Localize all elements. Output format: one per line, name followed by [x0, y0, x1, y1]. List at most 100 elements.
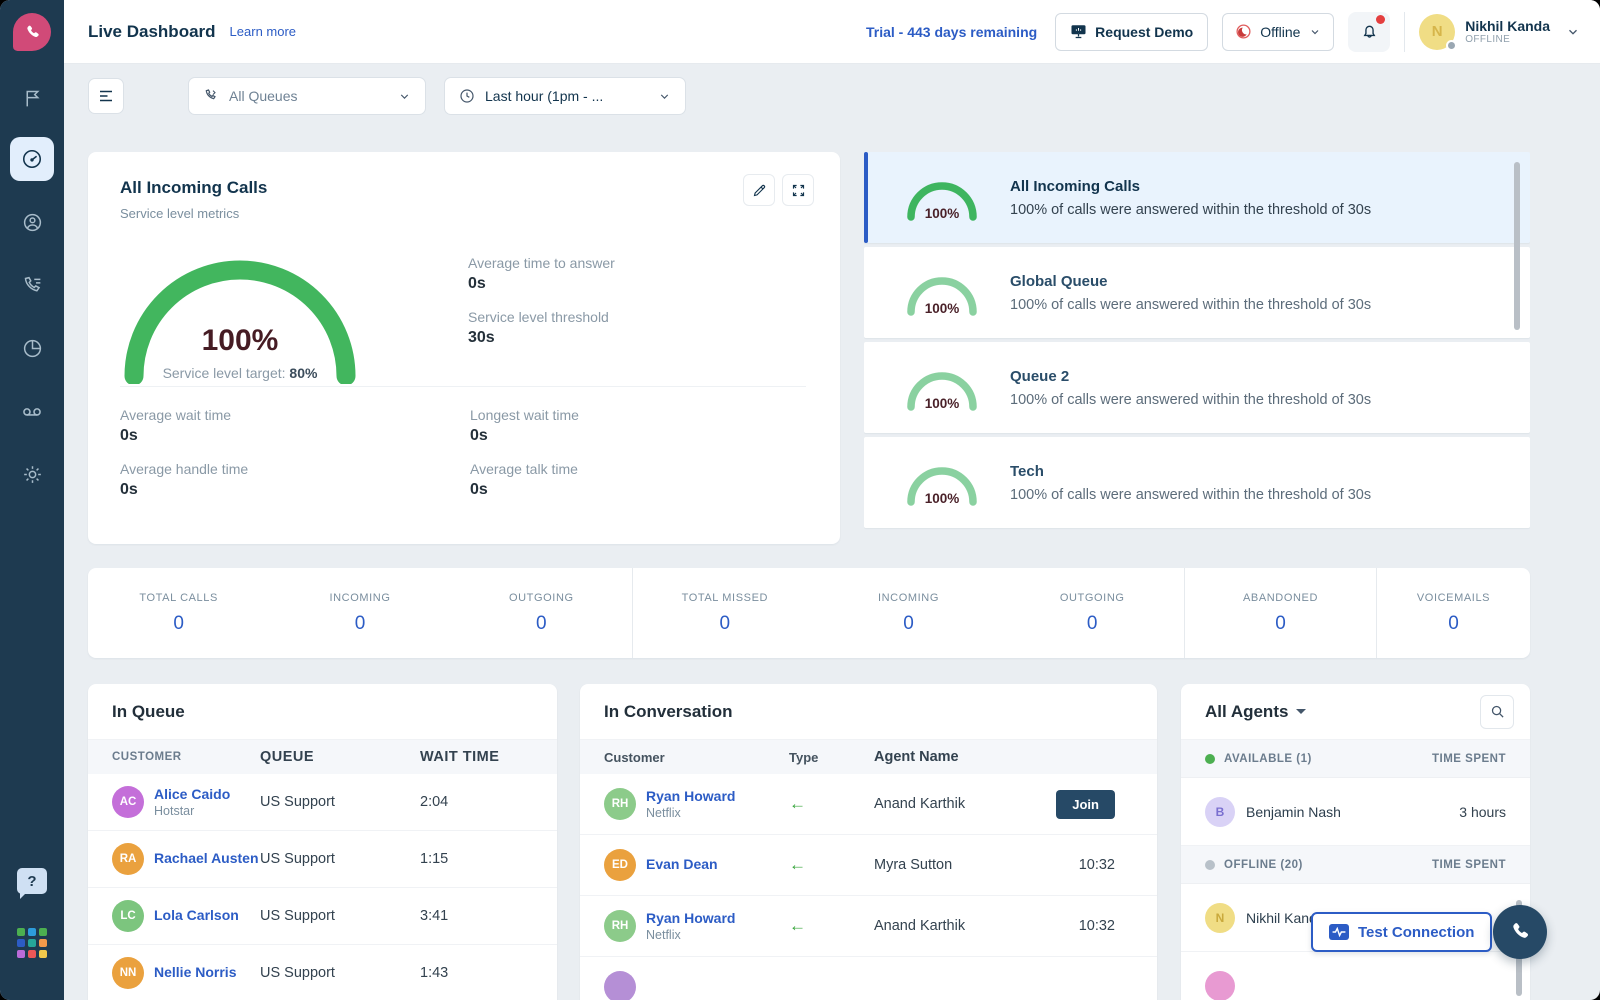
flag-icon	[22, 88, 43, 109]
search-agents-button[interactable]	[1480, 695, 1514, 729]
sidebar-item-settings[interactable]	[0, 452, 64, 496]
customer-link[interactable]: Ryan Howard	[646, 910, 735, 928]
dashboard-gauge-icon	[21, 148, 43, 170]
metric-label: Average time to answer	[468, 255, 615, 271]
agent-cell: Anand Karthik	[874, 796, 1034, 812]
customer-link[interactable]: Evan Dean	[646, 856, 718, 874]
app-switcher-icon[interactable]	[17, 928, 47, 958]
trial-banner[interactable]: Trial - 443 days remaining	[866, 24, 1037, 40]
call-duration: 10:32	[1034, 857, 1133, 873]
join-call-button[interactable]: Join	[1056, 790, 1115, 819]
stat-abandoned: ABANDONED0	[1185, 568, 1376, 658]
agent-row	[1181, 952, 1530, 1000]
customer-link[interactable]: Alice Caido	[154, 786, 230, 804]
call-duration: 10:32	[1034, 918, 1133, 934]
notifications-button[interactable]	[1348, 12, 1390, 52]
queue-name: Queue 2	[1010, 368, 1371, 385]
notification-badge	[1376, 15, 1385, 24]
customer-link[interactable]: Nellie Norris	[154, 964, 236, 982]
top-bar: Live Dashboard Learn more Trial - 443 da…	[64, 0, 1600, 64]
all-agents-card: All Agents AVAILABLE (1) TIME SPENT B Be…	[1181, 684, 1530, 1000]
menu-toggle-button[interactable]	[88, 78, 124, 114]
caret-down-icon	[1296, 709, 1306, 719]
card-title: In Conversation	[580, 684, 1157, 740]
available-status-dot	[1205, 754, 1215, 764]
avatar	[1205, 971, 1235, 1000]
scrollbar[interactable]	[1514, 162, 1520, 330]
queue-summary-row[interactable]: 100% Tech 100% of calls were answered wi…	[864, 437, 1530, 528]
avatar: ED	[604, 849, 636, 881]
user-name: Nikhil Kanda	[1465, 18, 1550, 35]
metric-value: 30s	[468, 329, 615, 347]
mini-gauge: 100%	[904, 365, 980, 411]
presentation-icon	[1070, 23, 1087, 40]
voicemail-icon	[21, 400, 43, 422]
stat-total-calls: TOTAL CALLS0	[88, 568, 269, 658]
clock-icon	[459, 88, 475, 104]
avatar: N	[1205, 903, 1235, 933]
sidebar-item-contacts[interactable]	[0, 200, 64, 244]
queue-summaries-panel: 100% All Incoming Calls 100% of calls we…	[864, 152, 1530, 542]
phone-widget-button[interactable]	[1493, 905, 1547, 959]
app-window: ? Live Dashboard Learn more Trial - 443 …	[0, 0, 1600, 1000]
avatar: NN	[112, 957, 144, 989]
pulse-icon	[1329, 924, 1349, 940]
request-demo-button[interactable]: Request Demo	[1055, 13, 1208, 51]
pie-chart-icon	[22, 338, 43, 359]
call-stats-bar: TOTAL CALLS0 INCOMING0 OUTGOING0 TOTAL M…	[88, 568, 1530, 658]
sidebar-item-reports[interactable]	[0, 326, 64, 370]
avatar: LC	[112, 900, 144, 932]
agents-section-available: AVAILABLE (1) TIME SPENT	[1181, 740, 1530, 778]
card-title: All Incoming Calls	[120, 178, 808, 198]
metric-value: 0s	[468, 275, 615, 293]
sidebar-item-voicemail[interactable]	[0, 389, 64, 433]
user-menu[interactable]: N Nikhil Kanda OFFLINE	[1419, 14, 1580, 50]
queues-filter-dropdown[interactable]: All Queues	[188, 77, 426, 115]
test-connection-button[interactable]: Test Connection	[1311, 912, 1492, 952]
chevron-down-icon	[1566, 25, 1580, 39]
in-conversation-card: In Conversation Customer Type Agent Name…	[580, 684, 1157, 1000]
service-level-card: All Incoming Calls Service level metrics…	[88, 152, 840, 544]
agents-filter-dropdown[interactable]: All Agents	[1205, 702, 1306, 722]
queue-cell: US Support	[260, 908, 420, 924]
table-row: RH Ryan Howard Netflix ← Anand Karthik 1…	[580, 896, 1157, 957]
agent-cell: Anand Karthik	[874, 918, 1034, 934]
bell-icon	[1360, 22, 1379, 41]
queue-summary-row[interactable]: 100% Queue 2 100% of calls were answered…	[864, 342, 1530, 433]
wait-time-cell: 1:43	[420, 965, 533, 981]
help-button[interactable]: ?	[17, 868, 47, 894]
sidebar-item-live-dashboard[interactable]	[10, 137, 54, 181]
mini-gauge: 100%	[904, 270, 980, 316]
service-level-gauge: 100% Service level target: 80%	[120, 252, 360, 384]
avatar: RA	[112, 843, 144, 875]
table-row: NN Nellie Norris US Support 1:43	[88, 945, 557, 1000]
table-header: CUSTOMER QUEUE WAIT TIME	[88, 740, 557, 774]
expand-widget-button[interactable]	[782, 174, 814, 206]
time-range-dropdown[interactable]: Last hour (1pm - ...	[444, 77, 686, 115]
customer-link[interactable]: Rachael Austen	[154, 850, 259, 868]
sidebar-item-call-metrics[interactable]	[0, 263, 64, 307]
queue-summary-row[interactable]: 100% Global Queue 100% of calls were ans…	[864, 247, 1530, 338]
gear-icon	[22, 464, 43, 485]
filter-bar: All Queues Last hour (1pm - ...	[64, 64, 1600, 128]
learn-more-link[interactable]: Learn more	[230, 24, 296, 39]
customer-link[interactable]: Lola Carlson	[154, 907, 239, 925]
customer-company: Netflix	[646, 928, 735, 942]
queue-summary-row[interactable]: 100% All Incoming Calls 100% of calls we…	[864, 152, 1530, 243]
incoming-call-arrow-icon: ←	[789, 916, 874, 936]
metric-label: Service level threshold	[468, 309, 615, 325]
table-row: RA Rachael Austen US Support 1:15	[88, 831, 557, 888]
queue-cell: US Support	[260, 794, 420, 810]
incoming-call-arrow-icon: ←	[789, 855, 874, 875]
avatar	[604, 971, 636, 1000]
offline-status-icon	[1235, 23, 1252, 40]
app-logo[interactable]	[13, 13, 51, 51]
table-row	[580, 957, 1157, 1000]
agent-status-dropdown[interactable]: Offline	[1222, 13, 1334, 51]
customer-link[interactable]: Ryan Howard	[646, 788, 735, 806]
phone-icon	[1509, 921, 1531, 943]
edit-widget-button[interactable]	[743, 174, 775, 206]
sidebar-item-getting-started[interactable]	[0, 76, 64, 120]
avatar: AC	[112, 786, 144, 818]
user-status: OFFLINE	[1465, 34, 1550, 45]
